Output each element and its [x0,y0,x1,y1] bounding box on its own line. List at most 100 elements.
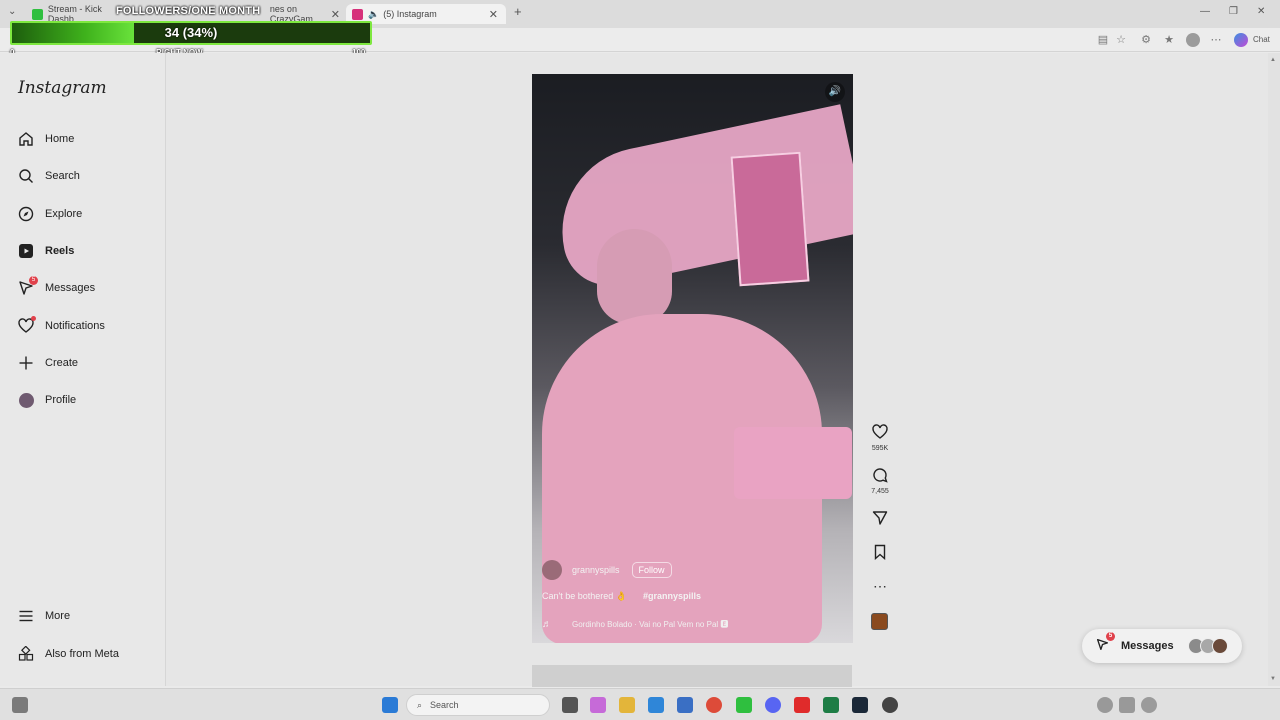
sidebar-item-search[interactable]: Search [18,165,80,187]
caption-text: Can't be bothered 👌 [542,591,627,601]
reel-music[interactable]: ♬ Gordinho Bolado · Vai no Pal Vem no Pa… [542,616,797,632]
volume-tray-icon[interactable] [1141,697,1157,713]
sidebar-item-label: Also from Meta [45,648,119,660]
sidebar-item-reels[interactable]: Reels [18,240,74,262]
copilot-icon[interactable] [1234,33,1248,47]
taskbar-search[interactable]: ⌕ Search [406,694,550,716]
more-dots-icon[interactable]: ⋯ [870,578,890,594]
sidebar-item-home[interactable]: Home [18,128,74,150]
heart-icon[interactable] [870,424,890,443]
sidebar-item-label: Reels [45,245,75,257]
reel-username[interactable]: grannyspills [572,565,620,575]
jet-door-image [730,151,810,287]
sidebar-item-label: More [45,610,71,622]
tray-icon[interactable] [1097,697,1113,713]
profile-avatar-icon[interactable] [1186,33,1200,47]
messages-pill-label: Messages [1121,640,1174,652]
bookmark-icon[interactable] [870,544,890,563]
scroll-down-icon[interactable]: ▼ [1270,676,1276,682]
volume-icon[interactable]: 🔊 [825,82,845,102]
speaker-icon[interactable]: 🔈 [368,9,379,20]
sidebar-item-create[interactable]: Create [18,352,78,374]
chrome-icon[interactable] [706,697,722,713]
sidebar: Instagram Home Search Explore Reels 5 Me… [0,53,166,686]
more-options-action[interactable]: ⋯ [870,578,890,594]
hamburger-menu-icon [18,608,34,624]
avatar [18,392,34,408]
new-tab-plus-icon[interactable]: + [514,4,522,19]
messenger-icon: 5 [1096,632,1115,654]
music-note-icon: ♬ [542,618,552,630]
like-action[interactable]: 595K [870,424,890,452]
messages-pill[interactable]: 5 Messages [1082,629,1242,663]
weather-widget-icon[interactable] [12,697,28,713]
close-tab-icon[interactable]: ✕ [489,8,498,21]
messages-badge: 5 [29,276,38,285]
edge-browser-icon[interactable] [648,697,664,713]
avatar[interactable] [542,560,562,580]
reel-author: grannyspills Follow [542,560,672,580]
sidebar-item-messages[interactable]: 5 Messages [18,276,96,299]
task-view-icon[interactable] [562,697,578,713]
comment-icon[interactable] [870,467,890,486]
comment-count: 7,455 [871,488,889,495]
sidebar-item-also-from-meta[interactable]: Also from Meta [18,643,119,665]
youtube-icon[interactable] [794,697,810,713]
close-window-icon[interactable]: ✕ [1257,6,1265,17]
obs-icon[interactable] [882,697,898,713]
chat-label[interactable]: Chat [1253,35,1270,44]
windows-start-icon[interactable] [382,697,398,713]
notification-dot [31,316,36,321]
sidebar-item-label: Notifications [45,320,105,332]
comment-action[interactable]: 7,455 [870,467,890,495]
save-action[interactable] [870,544,890,563]
sidebar-item-label: Profile [45,394,77,406]
caption-hashtag[interactable]: #grannyspills [643,591,701,601]
overlay-title: FOLLOWERS/ONE MONTH [116,5,261,17]
instagram-page: Instagram Home Search Explore Reels 5 Me… [0,53,1268,687]
steam-icon[interactable] [852,697,868,713]
compass-icon [18,206,34,222]
next-reel-preview[interactable] [532,665,852,687]
sidebar-item-label: Explore [45,208,83,220]
file-explorer-icon[interactable] [619,697,635,713]
kick-favicon-icon [32,8,43,20]
network-icon[interactable] [1119,697,1135,713]
follow-button[interactable]: Follow [631,562,672,578]
scroll-up-icon[interactable]: ▲ [1270,57,1276,63]
reel-video[interactable]: 🔊 grannyspills Follow Can't be bothered … [532,74,853,643]
sidebar-item-more[interactable]: More [18,605,70,627]
more-menu-icon[interactable]: ⋯ [1209,33,1223,47]
share-icon[interactable] [870,510,890,529]
discord-icon[interactable] [765,697,781,713]
tab-title: (5) Instagram [383,9,437,19]
sidebar-item-label: Messages [45,282,96,294]
close-tab-icon[interactable]: ✕ [331,8,340,21]
sidebar-item-notifications[interactable]: Notifications [18,315,105,337]
kick-icon[interactable] [736,697,752,713]
restore-icon[interactable]: ❐ [1229,6,1238,17]
tab-list-chevron-icon[interactable]: ⌄ [8,6,16,17]
reader-mode-icon[interactable]: ▤ [1096,33,1110,47]
store-icon[interactable] [677,697,693,713]
extensions-icon[interactable]: ⚙ [1139,33,1153,47]
share-action[interactable] [870,510,890,529]
spreadsheet-icon[interactable] [823,697,839,713]
page-scrollbar[interactable]: ▲ ▼ [1268,53,1280,686]
message-avatars [1188,638,1228,654]
instagram-logo[interactable]: Instagram [18,78,107,98]
music-title: Gordinho Bolado · Vai no Pal Vem no Pal … [572,619,729,629]
audio-thumbnail[interactable] [871,613,888,630]
instagram-favicon-icon [352,8,363,20]
minimize-icon[interactable]: — [1200,6,1210,17]
taskbar-search-placeholder: Search [430,700,459,710]
sidebar-item-explore[interactable]: Explore [18,203,82,225]
sidebar-item-label: Search [45,170,80,182]
messages-badge: 5 [1106,632,1115,641]
app-icon[interactable] [590,697,606,713]
search-icon [18,168,34,184]
meta-apps-icon [18,646,34,662]
favorite-star-icon[interactable]: ☆ [1114,33,1128,47]
sidebar-item-profile[interactable]: Profile [18,389,76,411]
favorites-icon[interactable]: ★ [1162,33,1176,47]
